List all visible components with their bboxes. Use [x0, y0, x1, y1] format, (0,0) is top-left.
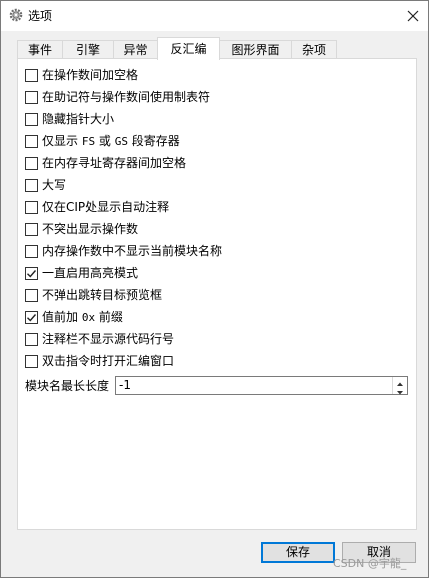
- option-label: 隐藏指针大小: [42, 112, 115, 126]
- label-part: 仅显示: [42, 134, 82, 148]
- checkbox[interactable]: [25, 355, 38, 368]
- checkbox[interactable]: [25, 201, 38, 214]
- watermark-text: CSDN @宇龍_: [333, 557, 407, 570]
- option-label: 值前加 0x 前缀: [42, 308, 123, 327]
- checkbox[interactable]: [25, 289, 38, 302]
- tab-disassembly[interactable]: 反汇编: [157, 37, 220, 60]
- tab-exceptions[interactable]: 异常: [113, 40, 158, 59]
- close-icon[interactable]: [406, 9, 420, 23]
- option-label: 在操作数间加空格: [42, 68, 139, 82]
- checkbox[interactable]: [25, 267, 38, 280]
- window-title: 选项: [28, 9, 53, 23]
- module-name-max-length-label: 模块名最长长度: [25, 379, 110, 393]
- module-name-max-length-spinbox[interactable]: -1: [115, 376, 408, 395]
- option-label: 双击指令时打开汇编窗口: [42, 354, 175, 368]
- label-part: GS: [114, 135, 128, 148]
- checkbox[interactable]: [25, 69, 38, 82]
- save-button[interactable]: 保存: [261, 542, 335, 563]
- tab-bar: 事件 引擎 异常 反汇编 图形界面 杂项: [17, 37, 417, 60]
- checkbox[interactable]: [25, 223, 38, 236]
- disassembly-options-panel: 在操作数间加空格 在助记符与操作数间使用制表符 隐藏指针大小 仅显示 FS 或 …: [17, 58, 417, 530]
- option-label: 一直启用高亮模式: [42, 266, 139, 280]
- options-dialog: 选项 事件 引擎 异常 反汇编 图形界面 杂项 在操作数间加空格 在助记符与操作…: [0, 0, 429, 578]
- arrow-down-icon: [397, 391, 403, 395]
- option-label: 在助记符与操作数间使用制表符: [42, 90, 211, 104]
- option-label: 仅在CIP处显示自动注释: [42, 200, 170, 214]
- title-bar: 选项: [1, 1, 428, 31]
- label-part: 前缀: [95, 310, 123, 324]
- option-label: 不突出显示操作数: [42, 222, 139, 236]
- label-part: 段寄存器: [127, 134, 180, 148]
- checkbox[interactable]: [25, 135, 38, 148]
- checkbox[interactable]: [25, 91, 38, 104]
- checkbox[interactable]: [25, 245, 38, 258]
- checkmark-icon: [27, 314, 37, 322]
- option-label: 不弹出跳转目标预览框: [42, 288, 163, 302]
- tab-gui[interactable]: 图形界面: [219, 40, 292, 59]
- tab-events[interactable]: 事件: [17, 40, 63, 59]
- checkbox[interactable]: [25, 311, 38, 324]
- tab-misc[interactable]: 杂项: [291, 40, 337, 59]
- option-label: 内存操作数中不显示当前模块名称: [42, 244, 223, 258]
- checkbox[interactable]: [25, 157, 38, 170]
- label-part: 0x: [81, 311, 96, 324]
- spin-buttons: [392, 377, 407, 395]
- spin-down-button[interactable]: [393, 386, 407, 395]
- option-label: 注释栏不显示源代码行号: [42, 332, 175, 346]
- module-name-max-length-value[interactable]: -1: [119, 377, 131, 394]
- gear-icon: [9, 8, 23, 22]
- spin-up-button[interactable]: [393, 377, 407, 386]
- option-label: 大写: [42, 178, 67, 192]
- close-button[interactable]: [398, 1, 428, 31]
- label-part: 值前加: [42, 310, 82, 324]
- checkbox[interactable]: [25, 113, 38, 126]
- label-part: FS: [81, 135, 96, 148]
- checkbox[interactable]: [25, 333, 38, 346]
- tab-engine[interactable]: 引擎: [62, 40, 114, 59]
- checkmark-icon: [27, 270, 37, 278]
- checkbox[interactable]: [25, 179, 38, 192]
- option-label: 在内存寻址寄存器间加空格: [42, 156, 187, 170]
- label-part: 或: [95, 134, 115, 148]
- option-label: 仅显示 FS 或 GS 段寄存器: [42, 132, 180, 151]
